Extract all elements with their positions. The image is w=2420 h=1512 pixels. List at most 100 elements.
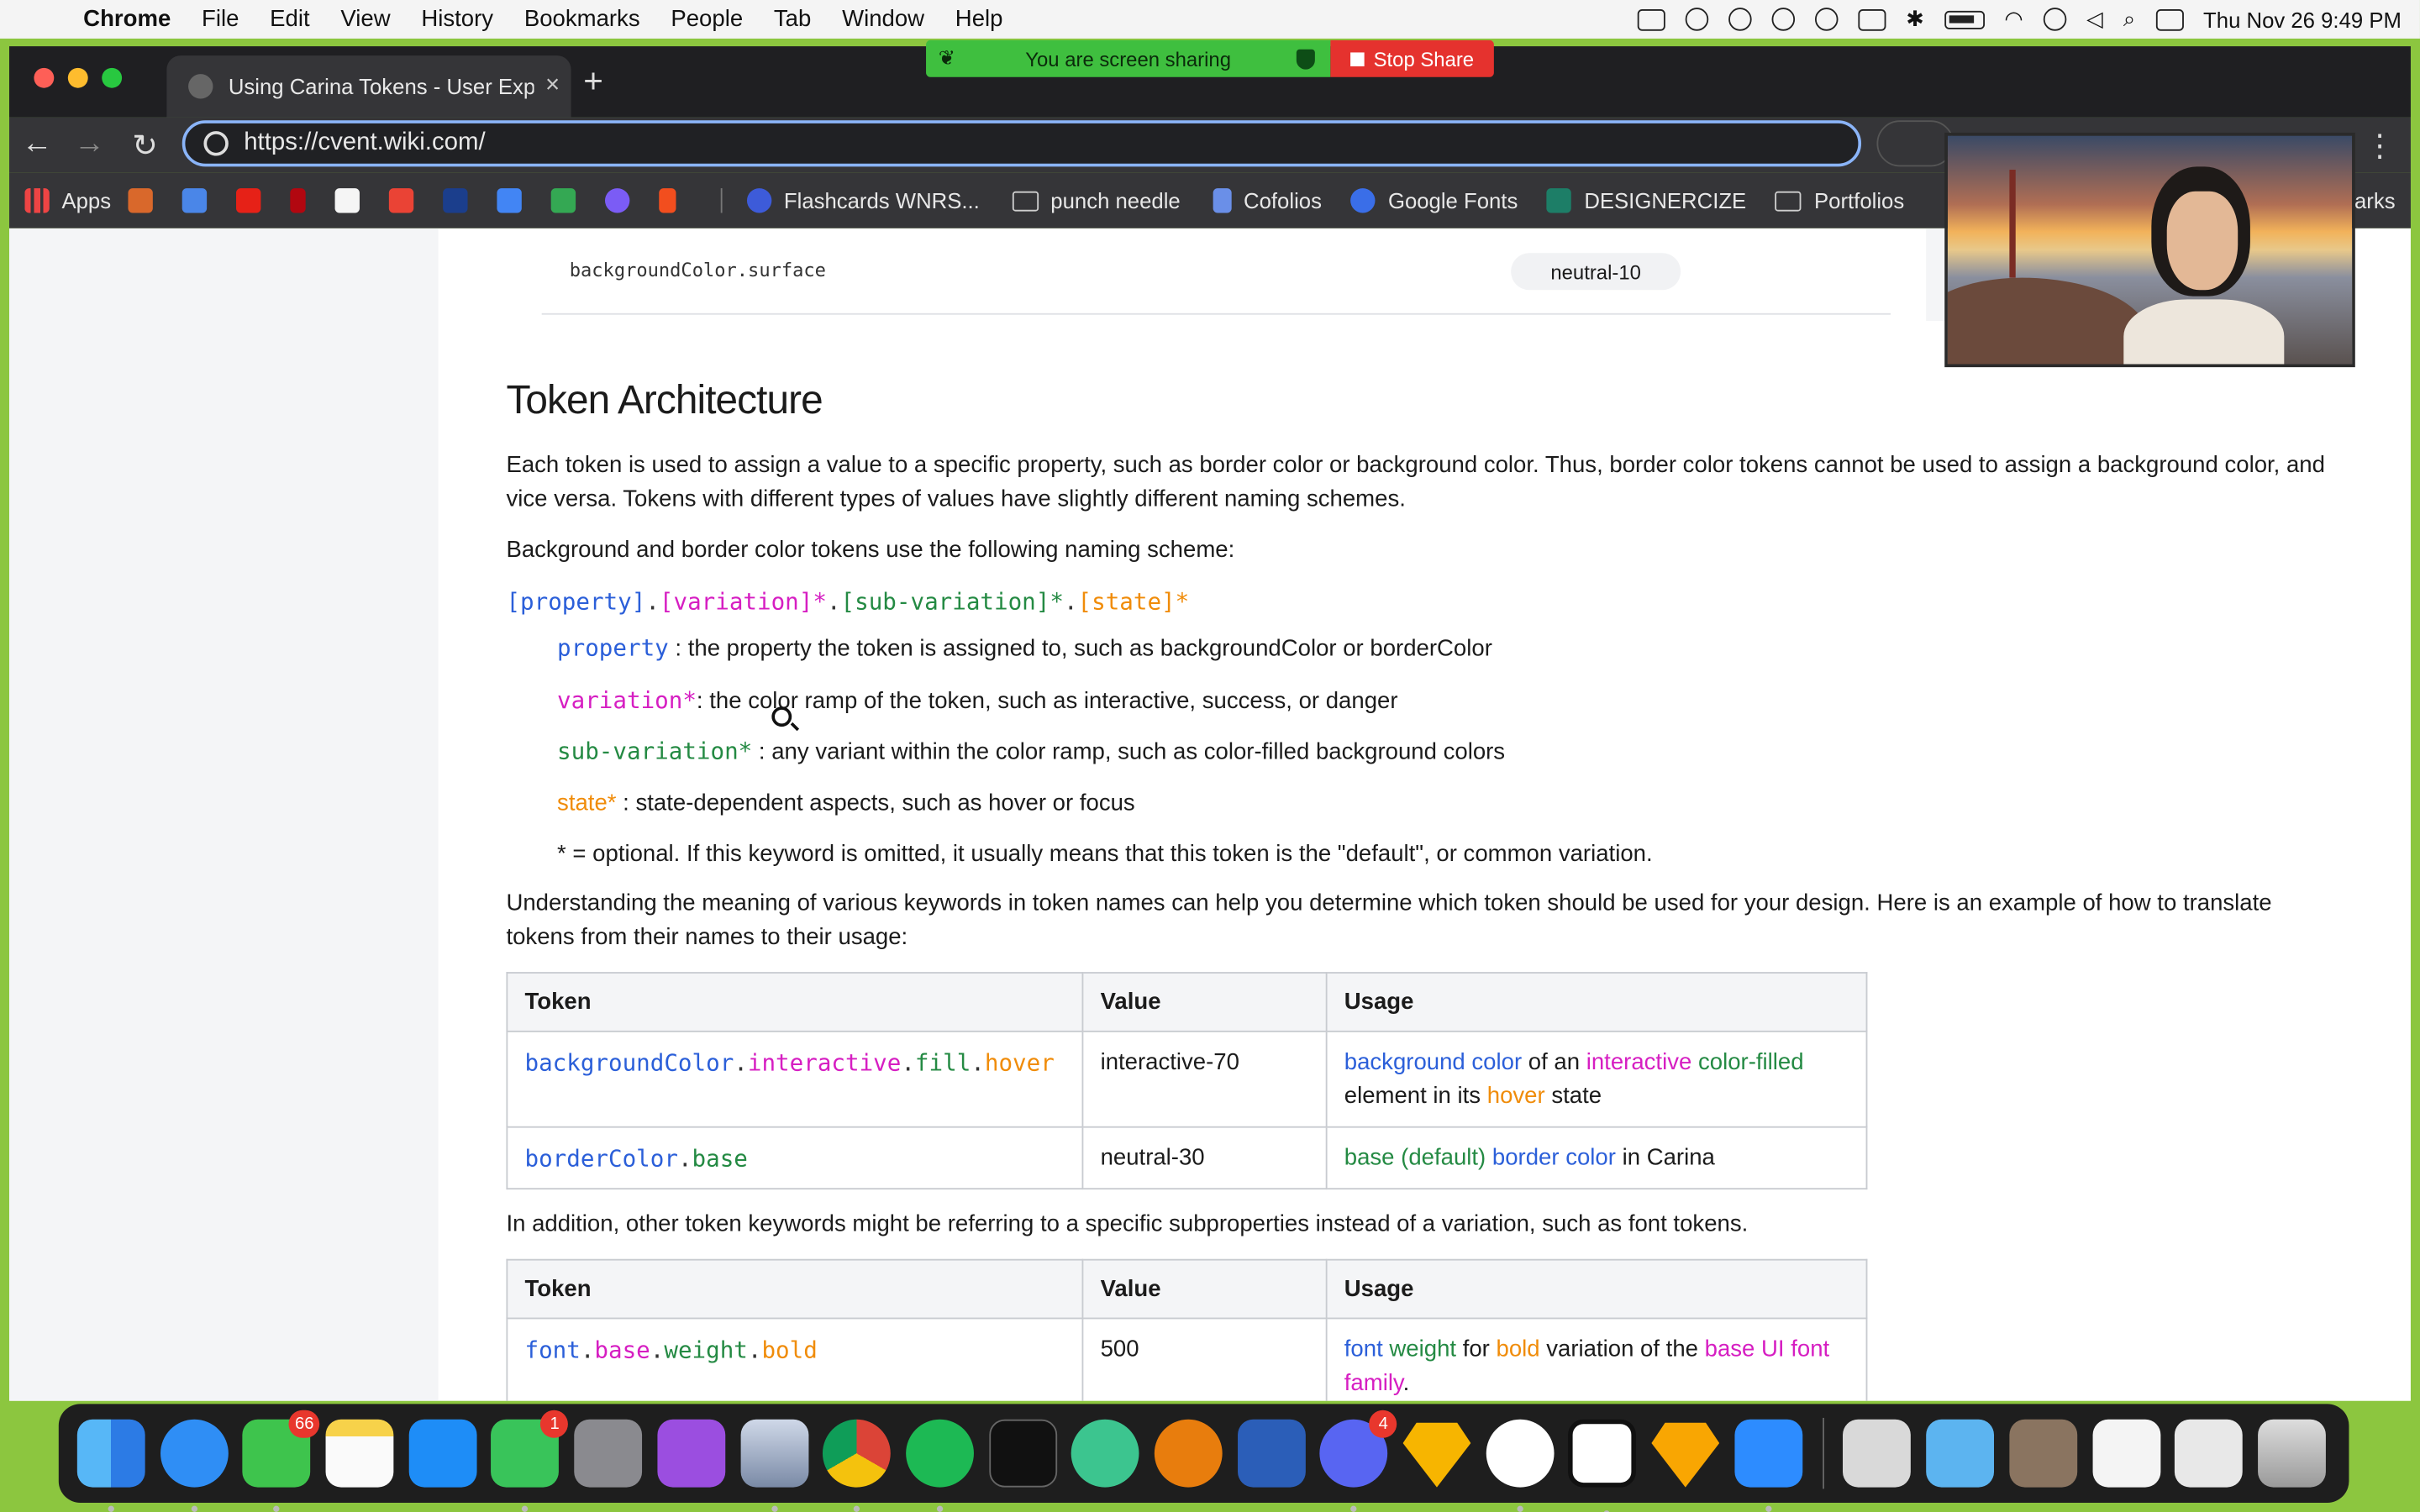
bookmark-google-fonts[interactable]: Google Fonts: [1350, 188, 1518, 213]
bridge-tower: [2009, 170, 2016, 278]
apps-grid-icon: [24, 188, 50, 213]
volume-icon[interactable]: ◁: [2086, 6, 2103, 32]
menu-people[interactable]: People: [655, 6, 759, 32]
webcam-video[interactable]: [1944, 132, 2355, 368]
extensions-area[interactable]: [1876, 120, 1954, 167]
zoom-window-button[interactable]: [102, 67, 123, 88]
scanner-icon[interactable]: [1843, 1419, 1912, 1488]
preview-icon[interactable]: [739, 1419, 808, 1512]
notion-icon[interactable]: [1568, 1419, 1637, 1512]
url-text[interactable]: https://cvent.wiki.com/: [244, 129, 485, 157]
google-fonts-icon: [1350, 188, 1376, 213]
scheme-variation: [variation]*: [659, 587, 827, 616]
bookmark-apps[interactable]: Apps: [24, 188, 111, 213]
stop-share-button[interactable]: Stop Share: [1330, 39, 1494, 77]
bookmark-icon-translate[interactable]: [182, 188, 219, 213]
usage-text: variation of the: [1539, 1336, 1705, 1363]
bookmark-icon-youtube[interactable]: [235, 188, 273, 213]
bookmark-cofolios[interactable]: Cofolios: [1213, 188, 1322, 213]
play-icon[interactable]: [1814, 8, 1839, 31]
site-info-icon[interactable]: [203, 131, 229, 156]
token-part: fill: [914, 1049, 971, 1078]
address-bar[interactable]: https://cvent.wiki.com/: [182, 120, 1862, 167]
system-preferences-icon[interactable]: [574, 1419, 643, 1488]
menu-window[interactable]: Window: [827, 6, 940, 32]
zoom-status-icon[interactable]: [1637, 8, 1665, 30]
blender-icon[interactable]: [1154, 1419, 1223, 1488]
usage-cell: background color of an interactive color…: [1325, 1031, 1868, 1129]
user-icon[interactable]: [2043, 8, 2067, 31]
discord-icon[interactable]: 4: [1319, 1410, 1397, 1512]
chrome-icon[interactable]: [823, 1419, 892, 1512]
bookmark-designercize[interactable]: DESIGNERCIZE: [1547, 188, 1746, 213]
menu-app-name[interactable]: Chrome: [68, 6, 187, 32]
translate-paragraph: Understanding the meaning of various key…: [506, 890, 2272, 952]
bookmark-icon-amazon[interactable]: [334, 188, 371, 213]
bookmark-icon-drive[interactable]: [550, 188, 588, 213]
reload-button[interactable]: ↻: [127, 127, 164, 165]
store-icon: [128, 188, 153, 213]
back-button[interactable]: ←: [18, 127, 55, 162]
control-center-icon[interactable]: [2155, 8, 2184, 30]
app-store-icon[interactable]: [408, 1419, 477, 1488]
trash-icon[interactable]: [2257, 1419, 2326, 1488]
bookmark-icon-gmail[interactable]: [388, 188, 426, 213]
menu-help[interactable]: Help: [939, 6, 1018, 32]
sketch-icon[interactable]: [1402, 1422, 1471, 1488]
photo-icon[interactable]: [2009, 1419, 2077, 1488]
token-dot: .: [734, 1049, 748, 1078]
bookmark-icon-store[interactable]: [128, 188, 165, 213]
wifi-icon[interactable]: ◠: [2004, 6, 2023, 32]
music-status-icon[interactable]: [1728, 8, 1752, 31]
bookmark-punch-needle[interactable]: punch needle: [1012, 188, 1181, 213]
bookmark-portfolios[interactable]: Portfolios: [1776, 188, 1904, 213]
slack-icon[interactable]: [1486, 1419, 1554, 1512]
new-tab-button[interactable]: +: [583, 61, 603, 102]
image-file-icon[interactable]: [2175, 1419, 2244, 1488]
safari-icon[interactable]: [160, 1419, 229, 1512]
bookmark-flashcards[interactable]: Flashcards WNRS...: [746, 188, 980, 213]
tab-close-icon[interactable]: ×: [534, 72, 571, 100]
menu-history[interactable]: History: [406, 6, 508, 32]
menu-view[interactable]: View: [325, 6, 406, 32]
menu-edit[interactable]: Edit: [255, 6, 325, 32]
minimize-window-button[interactable]: [67, 67, 88, 88]
bookmark-icon-calendar[interactable]: [497, 188, 534, 213]
terminal-icon[interactable]: [988, 1419, 1057, 1488]
spotlight-search-icon[interactable]: ⌕: [2123, 6, 2135, 32]
token-dot: .: [677, 1145, 692, 1173]
folder-icon[interactable]: [1926, 1419, 1995, 1488]
other-bookmarks[interactable]: arks: [2354, 188, 2396, 213]
menu-tab[interactable]: Tab: [759, 6, 827, 32]
bluetooth-icon[interactable]: ✱: [1906, 6, 1924, 32]
scheme-dot: .: [1063, 587, 1078, 616]
variation-term: variation*: [557, 685, 697, 714]
tab-active[interactable]: Using Carina Tokens - User Exp ×: [166, 55, 571, 118]
bookmark-icon-messenger[interactable]: [604, 188, 642, 213]
notes-icon[interactable]: [325, 1419, 394, 1488]
sketch-beta-icon[interactable]: [1651, 1422, 1720, 1488]
browser-menu-icon[interactable]: ⋮: [2365, 127, 2396, 165]
forward-button[interactable]: →: [71, 127, 108, 162]
bookmark-icon-netflix[interactable]: [290, 188, 318, 213]
png-file-icon[interactable]: [2091, 1419, 2160, 1488]
podcasts-icon[interactable]: [657, 1419, 725, 1488]
token-part: interactive: [747, 1049, 902, 1078]
spotify-icon[interactable]: [905, 1419, 974, 1512]
finder-icon[interactable]: [76, 1419, 145, 1512]
menu-file[interactable]: File: [187, 6, 255, 32]
bookmark-icon-figma[interactable]: [659, 188, 688, 213]
sync-icon[interactable]: [1771, 8, 1796, 31]
battery-icon[interactable]: [1944, 9, 1985, 29]
atom-icon[interactable]: [1071, 1419, 1139, 1488]
menubar-clock[interactable]: Thu Nov 26 9:49 PM: [2203, 7, 2402, 31]
creative-cloud-icon[interactable]: [1685, 8, 1709, 31]
keyboard-icon[interactable]: [1858, 8, 1886, 30]
facetime-icon[interactable]: 1: [491, 1410, 569, 1512]
close-window-button[interactable]: [34, 67, 55, 88]
messages-icon[interactable]: 66: [243, 1410, 320, 1512]
zoom-icon[interactable]: [1733, 1419, 1802, 1512]
bookmark-icon-weather[interactable]: [442, 188, 480, 213]
word-icon[interactable]: [1237, 1419, 1306, 1488]
menu-bookmarks[interactable]: Bookmarks: [508, 6, 655, 32]
